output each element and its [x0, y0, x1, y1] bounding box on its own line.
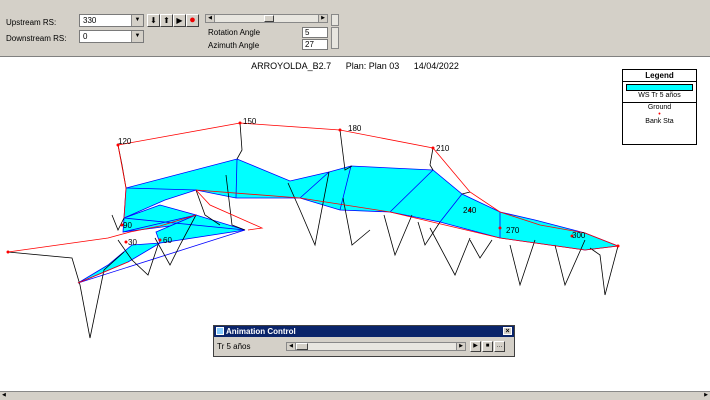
animation-control-window: Animation Control × Tr 5 años ◀ ▶ ▶ ■ …: [213, 325, 515, 357]
options-icon[interactable]: …: [494, 341, 505, 352]
close-icon[interactable]: ×: [503, 327, 512, 335]
legend-ws-item: WS Tr 5 años: [638, 92, 681, 99]
station-label: 240: [463, 206, 477, 215]
animation-profile: Tr 5 años: [217, 342, 251, 351]
legend: Legend WS Tr 5 años Ground • Bank Sta: [622, 69, 697, 145]
window-icon: [216, 327, 224, 335]
station-label: 60: [163, 236, 172, 245]
station-label: 120: [118, 137, 132, 146]
legend-ws-swatch: [626, 84, 693, 91]
scroll-right-icon[interactable]: ▶: [456, 343, 465, 350]
animation-slider[interactable]: ◀ ▶: [286, 342, 466, 351]
scroll-right-icon[interactable]: ▶: [704, 392, 708, 398]
station-label: 270: [506, 226, 520, 235]
horizontal-scrollbar[interactable]: ◀ ▶: [0, 391, 710, 400]
legend-bank-item: Bank Sta: [645, 118, 674, 125]
animation-title: Animation Control: [226, 327, 296, 336]
station-label: 300: [572, 231, 586, 240]
station-label: 90: [123, 221, 132, 230]
animation-titlebar[interactable]: Animation Control ×: [214, 326, 514, 337]
legend-title: Legend: [623, 70, 696, 82]
station-label: 150: [243, 117, 257, 126]
slider-thumb[interactable]: [296, 343, 308, 350]
station-label: 30: [128, 238, 137, 247]
station-label: 210: [436, 144, 450, 153]
stop-icon[interactable]: ■: [482, 341, 493, 352]
bank-lines: [7, 122, 619, 284]
play-icon[interactable]: ▶: [470, 341, 481, 352]
station-label: 180: [348, 124, 362, 133]
scroll-left-icon[interactable]: ◀: [2, 392, 6, 398]
scroll-left-icon[interactable]: ◀: [287, 343, 296, 350]
